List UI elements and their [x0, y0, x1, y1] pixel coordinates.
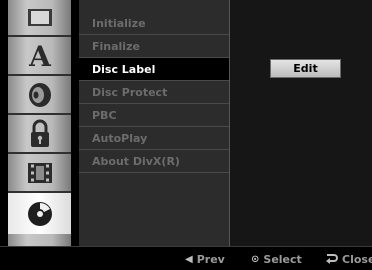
- audio-icon: [28, 82, 51, 107]
- display-icon: [27, 8, 52, 26]
- prev-arrow-icon: ◀: [185, 253, 193, 265]
- svg-text:A: A: [28, 42, 52, 70]
- category-recording[interactable]: [8, 154, 71, 193]
- menu-item-disc-protect[interactable]: Disc Protect: [79, 81, 229, 104]
- recording-icon: [27, 162, 52, 183]
- hint-select: ⊙ Select: [251, 251, 302, 267]
- option-panel: Edit: [230, 0, 372, 246]
- hint-prev: ◀ Prev: [185, 251, 225, 267]
- hint-prev-label: Prev: [196, 252, 225, 266]
- menu-item-pbc[interactable]: PBC: [79, 104, 229, 127]
- edit-button[interactable]: Edit: [270, 59, 341, 78]
- category-lock[interactable]: [8, 115, 71, 154]
- category-disc[interactable]: [8, 193, 71, 234]
- setup-menu-screen: A Initialize Finalize Disc Label Disc Pr…: [0, 0, 372, 270]
- menu-item-initialize[interactable]: Initialize: [79, 12, 229, 35]
- menu-item-finalize[interactable]: Finalize: [79, 35, 229, 58]
- language-icon: A: [28, 42, 52, 70]
- lock-icon: [30, 119, 49, 147]
- menu-item-disc-label[interactable]: Disc Label: [79, 58, 229, 81]
- disc-icon: [27, 201, 52, 226]
- return-icon: [326, 254, 338, 264]
- hint-close-label: Close: [342, 252, 372, 266]
- menu-item-about-divx[interactable]: About DivX(R): [79, 150, 229, 173]
- category-display[interactable]: [8, 0, 71, 37]
- category-sidebar: A: [8, 0, 71, 246]
- menu-item-autoplay[interactable]: AutoPlay: [79, 127, 229, 150]
- disc-menu: Initialize Finalize Disc Label Disc Prot…: [79, 0, 230, 246]
- category-audio[interactable]: [8, 76, 71, 115]
- hint-bar: ◀ Prev ⊙ Select Close: [0, 246, 372, 270]
- hint-close: Close: [324, 251, 372, 267]
- select-icon: ⊙: [251, 253, 260, 265]
- hint-select-label: Select: [263, 252, 302, 266]
- category-language[interactable]: A: [8, 37, 71, 76]
